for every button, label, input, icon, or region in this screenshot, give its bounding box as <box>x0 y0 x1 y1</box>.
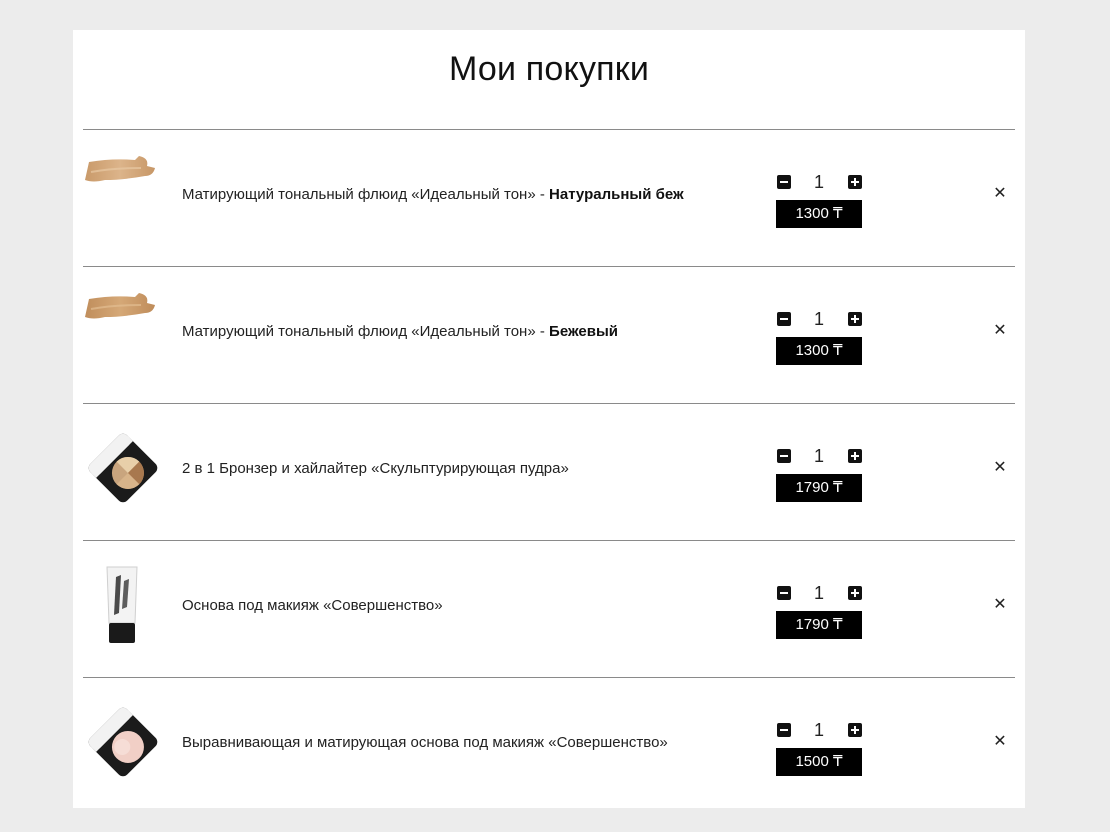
product-name[interactable]: Матирующий тональный флюид «Идеальный то… <box>182 323 618 340</box>
quantity-value[interactable]: 1 <box>801 170 837 194</box>
minus-icon[interactable] <box>777 312 791 326</box>
minus-icon[interactable] <box>777 723 791 737</box>
quantity-value[interactable]: 1 <box>801 581 837 605</box>
price-badge: 1300 ₸ <box>776 337 862 365</box>
product-name[interactable]: Матирующий тональный флюид «Идеальный то… <box>182 186 684 203</box>
price-badge: 1790 ₸ <box>776 611 862 639</box>
close-icon[interactable]: ✕ <box>990 184 1010 204</box>
cart-item: 2 в 1 Бронзер и хайлайтер «Скульптурирую… <box>83 404 1015 540</box>
price-badge: 1300 ₸ <box>776 200 862 228</box>
quantity-value[interactable]: 1 <box>801 718 837 742</box>
product-image-bronzer[interactable] <box>83 424 163 510</box>
product-variant: Бежевый <box>549 323 618 340</box>
close-icon[interactable]: ✕ <box>990 458 1010 478</box>
product-image-primer-tube[interactable] <box>83 561 163 647</box>
plus-icon[interactable] <box>848 723 862 737</box>
close-icon[interactable]: ✕ <box>990 732 1010 752</box>
close-icon[interactable]: ✕ <box>990 595 1010 615</box>
cart-panel: Мои покупки Матирующий тональный флюид «… <box>73 30 1025 808</box>
cart-item: Матирующий тональный флюид «Идеальный то… <box>83 267 1015 403</box>
close-icon[interactable]: ✕ <box>990 321 1010 341</box>
price-badge: 1500 ₸ <box>776 748 862 776</box>
product-name[interactable]: Основа под макияж «Совершенство» <box>182 597 443 614</box>
cart-item: Основа под макияж «Совершенство» 1 1790 … <box>83 541 1015 677</box>
product-image-foundation[interactable] <box>83 287 163 373</box>
plus-icon[interactable] <box>848 175 862 189</box>
product-image-powder-compact[interactable] <box>83 698 163 784</box>
quantity-value[interactable]: 1 <box>801 307 837 331</box>
quantity-stepper: 1 <box>775 170 863 194</box>
minus-icon[interactable] <box>777 175 791 189</box>
plus-icon[interactable] <box>848 312 862 326</box>
minus-icon[interactable] <box>777 449 791 463</box>
price-badge: 1790 ₸ <box>776 474 862 502</box>
quantity-stepper: 1 <box>775 581 863 605</box>
quantity-stepper: 1 <box>775 444 863 468</box>
product-variant: Натуральный беж <box>549 186 684 203</box>
plus-icon[interactable] <box>848 449 862 463</box>
minus-icon[interactable] <box>777 586 791 600</box>
quantity-stepper: 1 <box>775 307 863 331</box>
product-name[interactable]: Выравнивающая и матирующая основа под ма… <box>182 734 668 751</box>
cart-item: Матирующий тональный флюид «Идеальный то… <box>83 130 1015 266</box>
page-title: Мои покупки <box>448 50 650 88</box>
product-image-foundation[interactable] <box>83 150 163 236</box>
cart-item: Выравнивающая и матирующая основа под ма… <box>83 678 1015 814</box>
product-name[interactable]: 2 в 1 Бронзер и хайлайтер «Скульптурирую… <box>182 460 569 477</box>
plus-icon[interactable] <box>848 586 862 600</box>
quantity-value[interactable]: 1 <box>801 444 837 468</box>
quantity-stepper: 1 <box>775 718 863 742</box>
